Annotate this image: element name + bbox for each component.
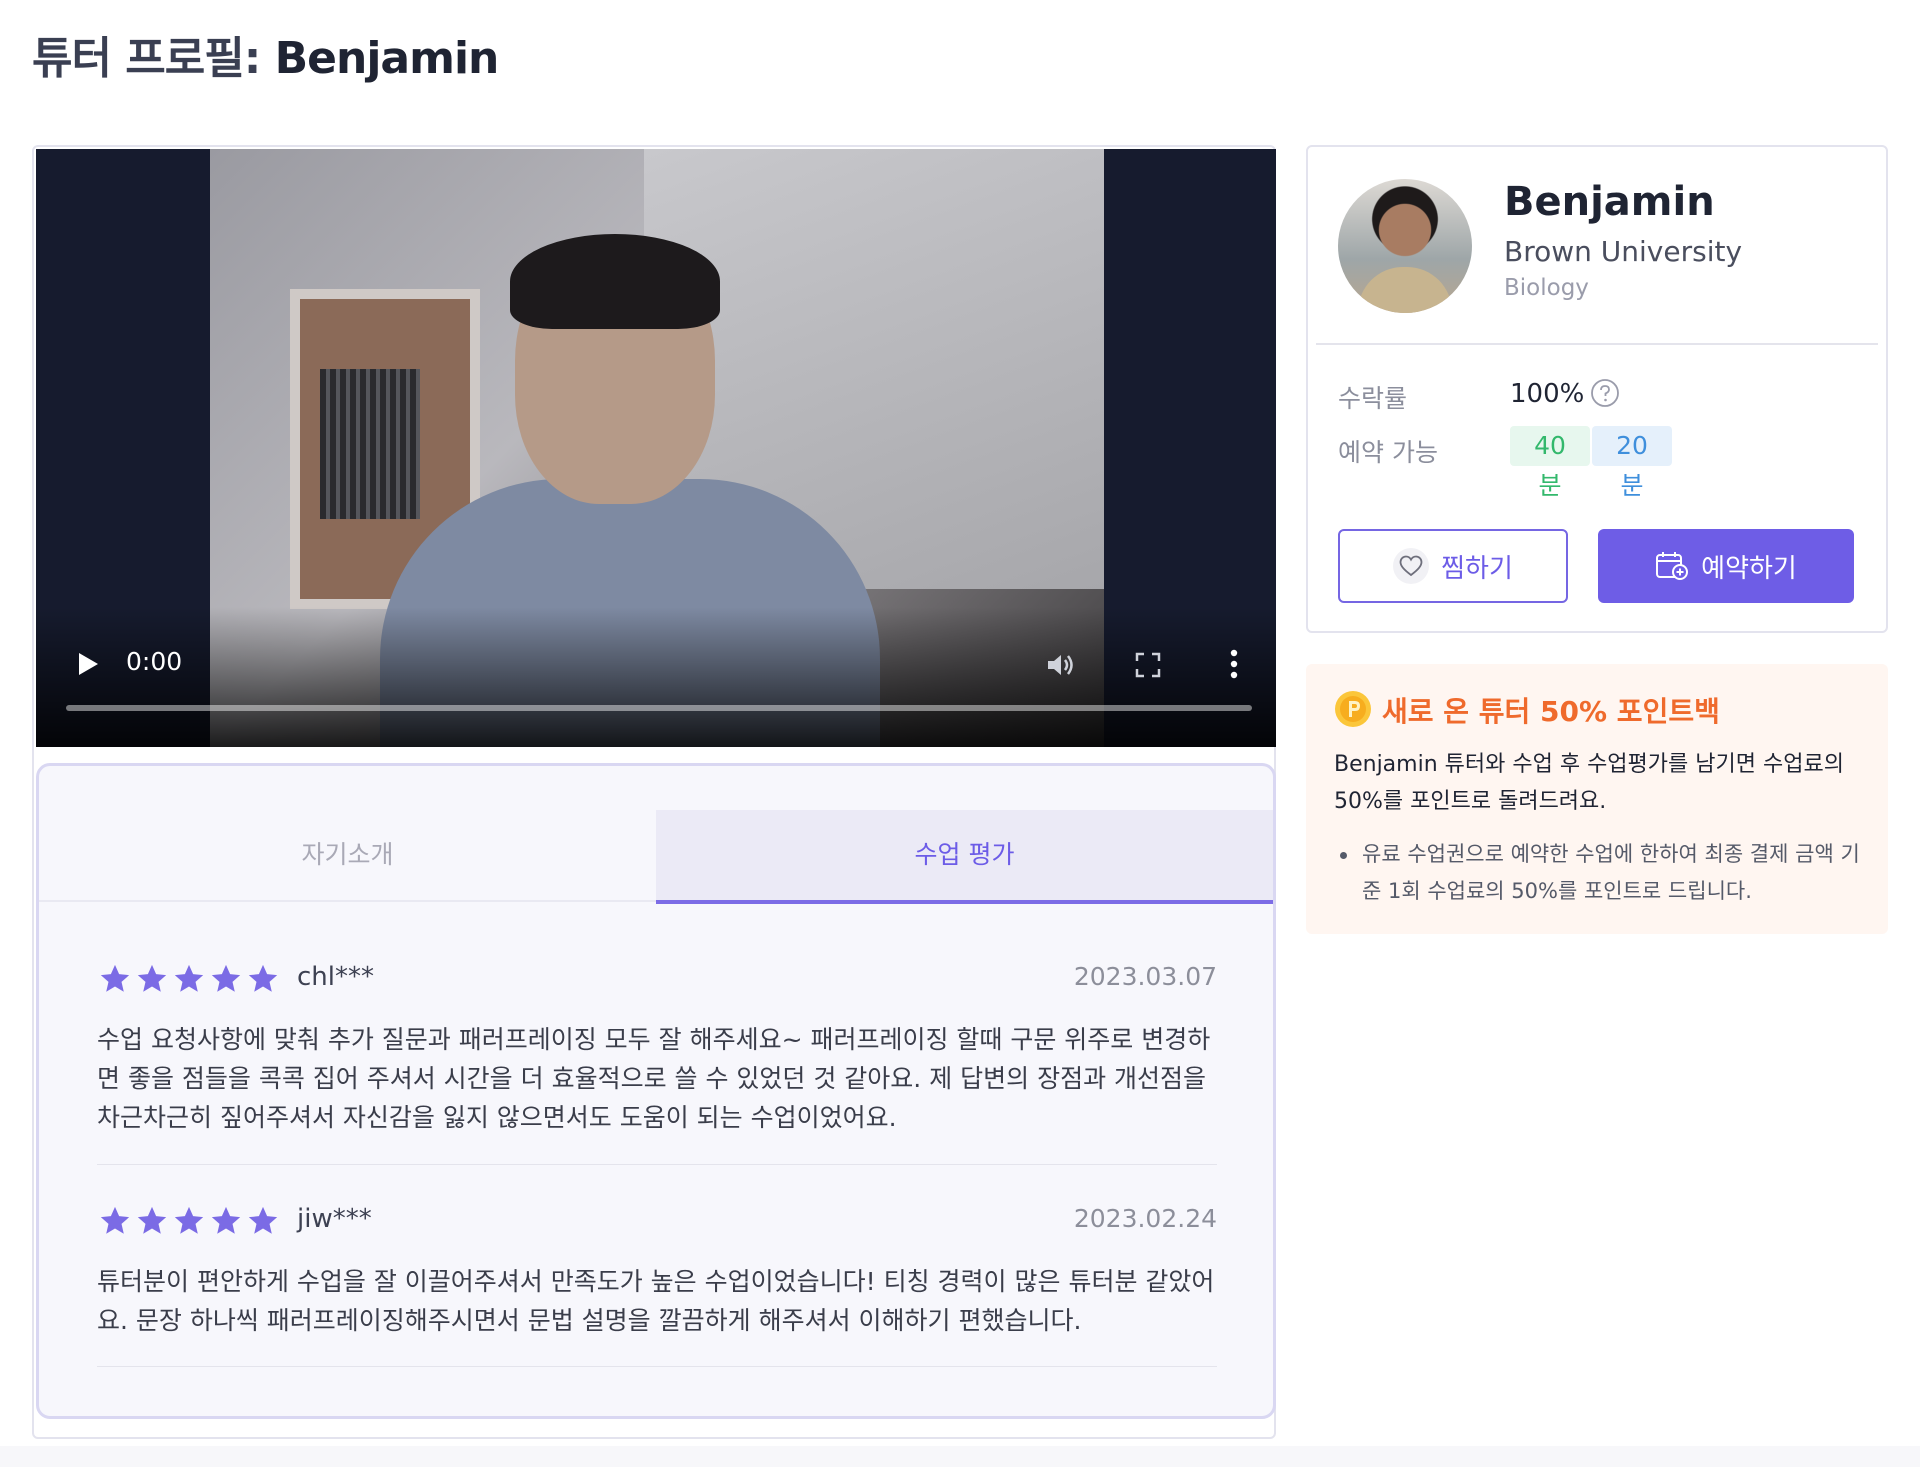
page-title: 튜터 프로필: Benjamin — [32, 22, 500, 86]
star-icon — [248, 1206, 278, 1234]
page-footer-strip — [0, 1446, 1920, 1467]
tutor-profile-card: Benjamin Brown University Biology 수락률 10… — [1306, 145, 1888, 633]
rating-stars — [97, 962, 282, 996]
star-icon — [174, 964, 204, 992]
tutor-major: Biology — [1504, 275, 1589, 301]
volume-icon[interactable] — [1044, 649, 1076, 681]
video-frame-poster — [320, 369, 420, 519]
card-divider — [1316, 343, 1878, 345]
review-text: 튜터분이 편안하게 수업을 잘 이끌어주셔서 만족도가 높은 수업이었습니다! … — [97, 1267, 1215, 1335]
tutor-main-column: 0:00 자기소개 수업 평가 chl*** 2023.03.07 수업 요청사… — [32, 145, 1276, 1439]
video-time: 0:00 — [126, 647, 183, 676]
acceptance-rate-value: 100% — [1510, 379, 1585, 409]
acceptance-rate-label: 수락률 — [1338, 384, 1408, 413]
review-divider — [97, 1164, 1217, 1165]
pointback-promo: 새로 온 튜터 50% 포인트백 Benjamin 튜터와 수업 후 수업평가를… — [1306, 664, 1888, 934]
star-icon — [211, 964, 241, 992]
review-date: 2023.03.07 — [1073, 962, 1217, 991]
page-title-prefix: 튜터 프로필: — [32, 33, 275, 84]
avatar-shirt — [1358, 267, 1452, 313]
reviewer-name: chl*** — [297, 962, 374, 992]
star-icon — [174, 1206, 204, 1234]
star-icon — [137, 1206, 167, 1234]
promo-description: Benjamin 튜터와 수업 후 수업평가를 남기면 수업료의 50%를 포인… — [1334, 752, 1844, 814]
reviewer-name: jiw*** — [297, 1204, 372, 1234]
bullet-dot — [1340, 852, 1347, 859]
star-icon — [248, 964, 278, 992]
promo-title: 새로 온 튜터 50% 포인트백 — [1382, 695, 1720, 728]
intro-video-player[interactable]: 0:00 — [36, 149, 1276, 747]
favorite-button-label: 찜하기 — [1441, 553, 1513, 584]
duration-badge-40: 40분 — [1510, 426, 1590, 500]
favorite-button[interactable]: 찜하기 — [1338, 529, 1568, 603]
book-button-label: 예약하기 — [1701, 553, 1797, 584]
avatar — [1338, 179, 1472, 313]
tutor-name: Benjamin — [1504, 179, 1715, 225]
page-title-name: Benjamin — [274, 33, 500, 84]
play-icon[interactable] — [72, 649, 102, 679]
calendar-add-icon — [1656, 552, 1689, 580]
heart-icon — [1399, 555, 1423, 577]
star-icon — [211, 1206, 241, 1234]
heart-icon-wrap — [1393, 548, 1430, 584]
video-controls-shade — [36, 607, 1276, 747]
rating-stars — [97, 1204, 282, 1238]
tab-reviews[interactable]: 수업 평가 — [656, 810, 1273, 904]
star-icon — [100, 1206, 130, 1234]
video-progress-bar[interactable] — [66, 705, 1252, 711]
promo-bullet: 유료 수업권으로 예약한 수업에 한하여 최종 결제 금액 기준 1회 수업료의… — [1362, 842, 1860, 903]
help-icon[interactable] — [1590, 378, 1620, 408]
fullscreen-icon[interactable] — [1134, 651, 1162, 679]
tab-introduction[interactable]: 자기소개 — [39, 810, 656, 902]
availability-label: 예약 가능 — [1338, 438, 1438, 467]
star-icon — [100, 964, 130, 992]
profile-tabs: 자기소개 수업 평가 — [39, 810, 1273, 904]
review-date: 2023.02.24 — [1073, 1204, 1217, 1233]
duration-badge-20: 20분 — [1592, 426, 1672, 500]
point-coin-icon — [1335, 691, 1371, 727]
book-button[interactable]: 예약하기 — [1598, 529, 1854, 603]
tutor-school: Brown University — [1504, 235, 1743, 268]
video-frame-hair — [510, 234, 720, 329]
review-text: 수업 요청사항에 맞춰 추가 질문과 패러프레이징 모두 잘 해주세요~ 패러프… — [97, 1025, 1211, 1132]
review-divider — [97, 1366, 1217, 1367]
star-icon — [137, 964, 167, 992]
review-panel: 자기소개 수업 평가 chl*** 2023.03.07 수업 요청사항에 맞춰… — [36, 763, 1276, 1419]
more-vert-icon[interactable] — [1226, 647, 1242, 681]
